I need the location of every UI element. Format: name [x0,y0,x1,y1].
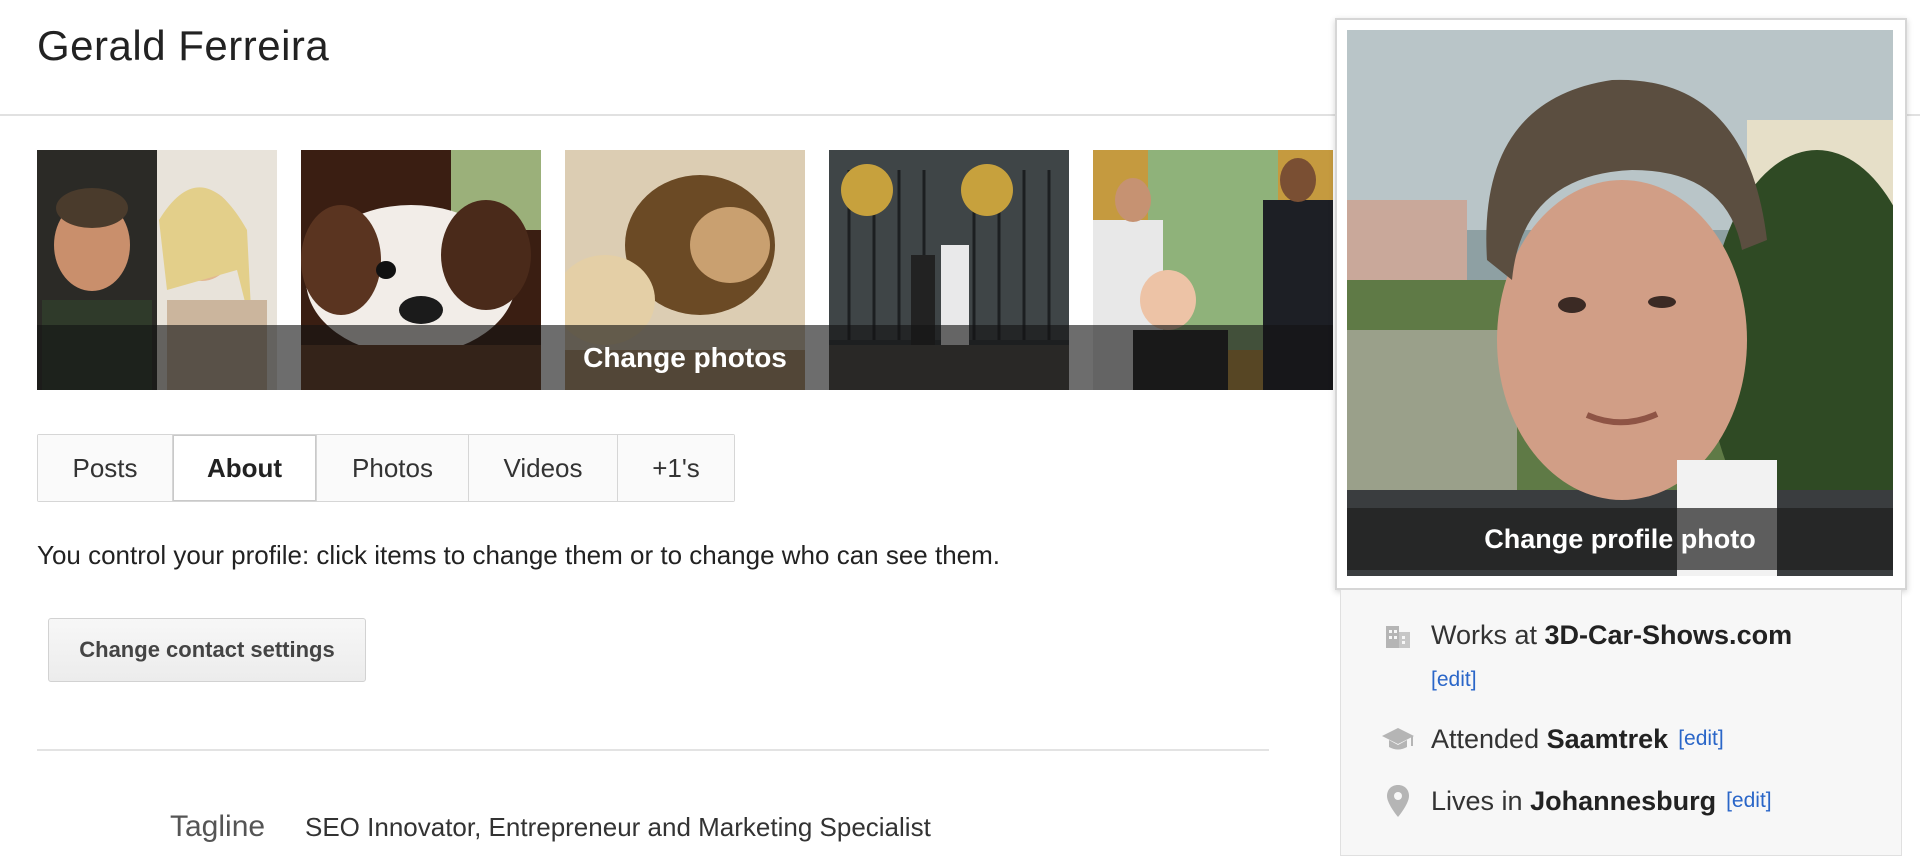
location-value[interactable]: Johannesburg [1530,786,1716,817]
change-profile-photo-button[interactable]: Change profile photo [1347,508,1893,570]
education-edit-link[interactable]: [edit] [1678,727,1724,751]
work-prefix: Works at [1431,619,1545,650]
change-profile-photo-label: Change profile photo [1484,523,1756,554]
tab-photos[interactable]: Photos [317,435,469,501]
profile-name: Gerald Ferreira [37,22,330,69]
change-photos-button[interactable]: Change photos [37,325,1333,390]
tab-plus-ones-label: +1's [652,452,700,483]
education-row: Attended Saamtrek [edit] [1381,722,1724,756]
location-row: Lives in Johannesburg [edit] [1381,784,1772,818]
tab-photos-label: Photos [352,452,433,483]
tab-about[interactable]: About [173,435,317,501]
tab-posts[interactable]: Posts [38,435,173,501]
profile-tabs: Posts About Photos Videos +1's [37,434,735,502]
work-edit-row: [edit] [1431,668,1477,692]
profile-photo[interactable] [1347,30,1893,576]
location-edit-link[interactable]: [edit] [1726,789,1772,813]
work-edit-link[interactable]: [edit] [1431,668,1477,692]
location-prefix: Lives in [1431,785,1531,816]
profile-info-panel: Works at 3D-Car-Shows.com [edit] Attende… [1340,590,1902,856]
work-row: Works at 3D-Car-Shows.com [1381,618,1792,652]
education-value[interactable]: Saamtrek [1547,724,1669,755]
education-prefix: Attended [1431,723,1547,754]
work-value[interactable]: 3D-Car-Shows.com [1545,620,1793,651]
profile-control-text: You control your profile: click items to… [37,540,1001,570]
tab-videos-label: Videos [503,452,583,483]
graduation-cap-icon [1381,722,1415,756]
tab-posts-label: Posts [72,452,138,483]
tab-plus-ones[interactable]: +1's [618,435,734,501]
section-divider [37,749,1269,751]
tab-videos[interactable]: Videos [469,435,618,501]
tagline-label: Tagline [170,810,266,843]
profile-photo-card: Change profile photo [1335,18,1907,590]
map-pin-icon [1381,784,1415,818]
change-contact-settings-button[interactable]: Change contact settings [48,618,366,682]
change-contact-settings-label: Change contact settings [79,637,335,662]
tab-about-label: About [206,452,283,483]
change-photos-label: Change photos [583,341,787,373]
building-icon [1381,618,1415,652]
tagline-value[interactable]: SEO Innovator, Entrepreneur and Marketin… [305,812,931,843]
